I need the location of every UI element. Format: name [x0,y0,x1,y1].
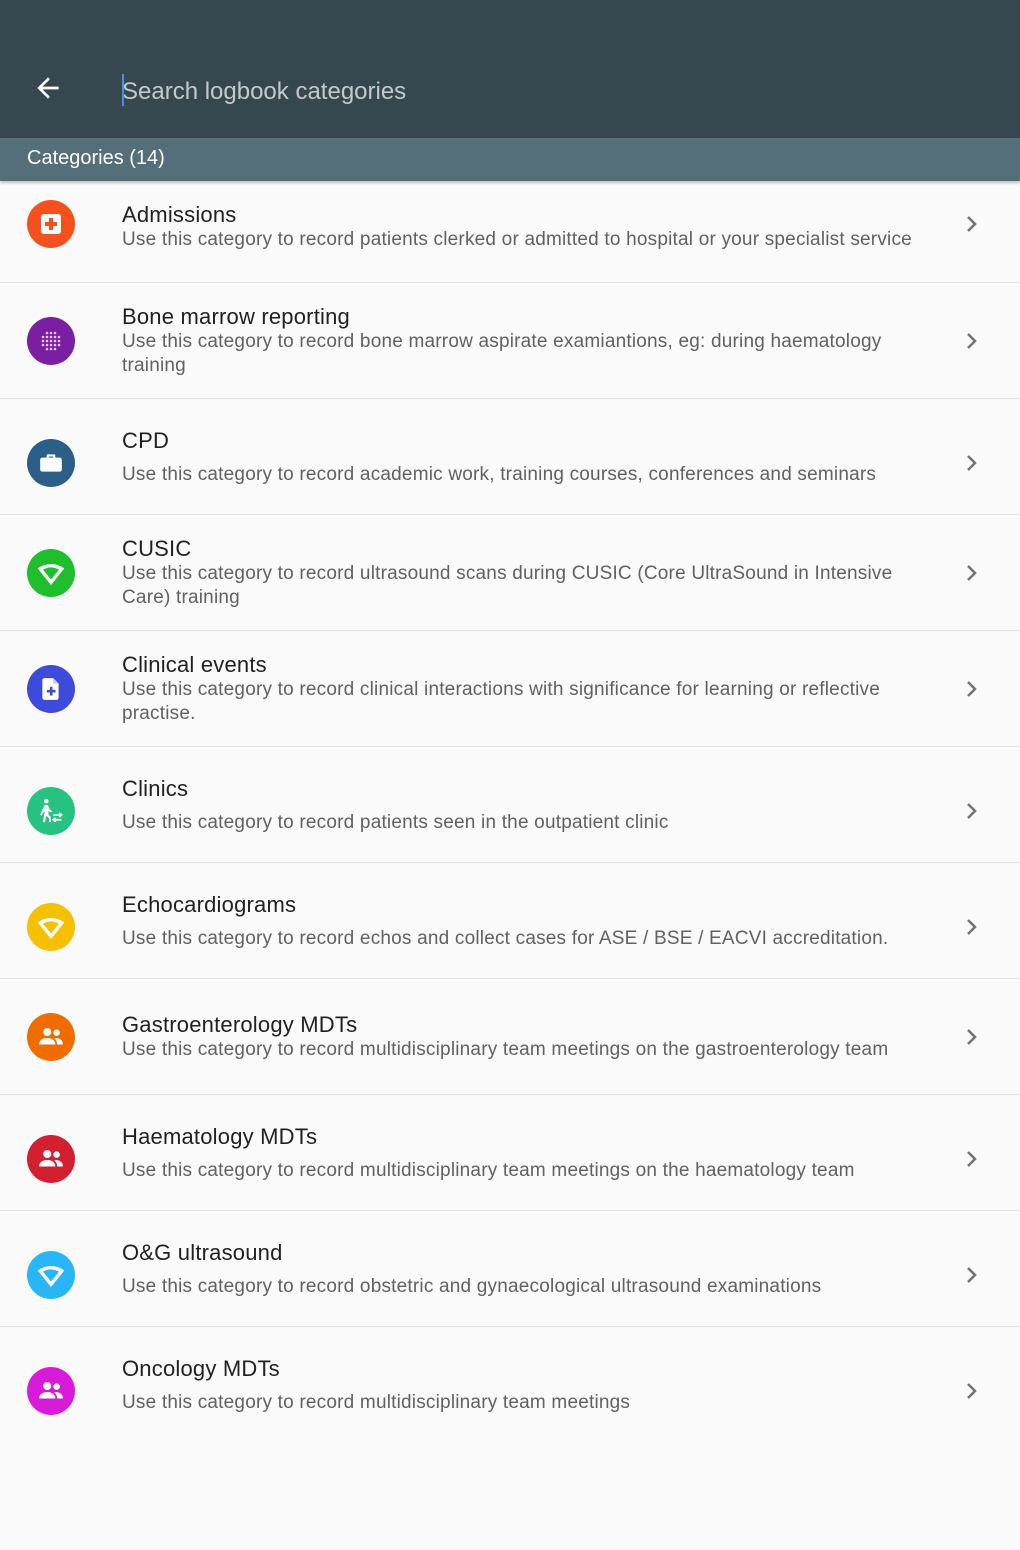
chevron-right-icon [962,915,982,939]
category-description: Use this category to record multidiscipl… [122,1039,889,1060]
walking-person-icon [40,798,63,823]
chevron-right-icon [962,1025,982,1049]
category-icon-badge [27,903,75,951]
category-icon-badge [27,665,75,713]
chevron-right-icon [962,561,982,585]
ultrasound-icon [37,1266,65,1287]
category-icon-badge [27,1251,75,1299]
category-title: Bone marrow reporting [122,304,350,329]
category-description: Use this category to record clinical int… [122,679,881,724]
ultrasound-icon [37,564,65,585]
category-title: Clinics [122,775,189,801]
category-title: O&G ultrasound [122,1239,283,1265]
medical-cross-icon [41,214,61,234]
document-plus-icon [42,678,59,700]
category-icon-badge [27,1013,75,1061]
category-description: Use this category to record ultrasound s… [122,563,893,608]
arrow-back-icon [37,77,59,99]
category-description: Use this category to record academic wor… [122,463,877,485]
chevron-right-icon [962,799,982,823]
category-list: Admissions Use this category to record p… [0,181,1020,1443]
category-description: Use this category to record echos and co… [122,927,889,949]
chevron-right-icon [962,329,982,353]
back-button[interactable] [22,66,74,110]
category-title: CPD [122,427,170,453]
category-title: Gastroenterology MDTs [122,1012,358,1037]
app-bar [0,0,1020,138]
category-icon-badge [27,1135,75,1183]
category-row-cpd[interactable]: CPD Use this category to record academic… [0,399,1020,515]
category-row-gastroenterology-mdts[interactable]: Gastroenterology MDTs Use this category … [0,979,1020,1095]
categories-count-header: Categories (14) [0,138,1020,181]
category-title: Echocardiograms [122,891,297,917]
group-icon [39,1382,63,1399]
category-row-clinics[interactable]: Clinics Use this category to record pati… [0,747,1020,863]
category-icon-badge [27,200,75,248]
chevron-right-icon [962,1263,982,1287]
category-description: Use this category to record patients see… [122,811,669,833]
category-title: Oncology MDTs [122,1355,280,1381]
category-description: Use this category to record obstetric an… [122,1275,822,1297]
category-row-oncology-mdts[interactable]: Oncology MDTs Use this category to recor… [0,1327,1020,1443]
chevron-right-icon [962,212,982,236]
category-icon-badge [27,1367,75,1415]
categories-count-label: Categories (14) [27,147,165,169]
category-row-cusic[interactable]: CUSIC Use this category to record ultras… [0,515,1020,631]
dotted-grid-icon [41,331,61,351]
category-row-admissions[interactable]: Admissions Use this category to record p… [0,181,1020,283]
category-title: Clinical events [122,652,267,677]
group-icon [39,1028,63,1045]
search-input[interactable] [122,72,982,112]
category-icon-badge [27,549,75,597]
chevron-right-icon [962,451,982,475]
category-row-haematology-mdts[interactable]: Haematology MDTs Use this category to re… [0,1095,1020,1211]
category-title: Admissions [122,202,237,227]
group-icon [39,1150,63,1167]
category-row-echocardiograms[interactable]: Echocardiograms Use this category to rec… [0,863,1020,979]
category-row-og-ultrasound[interactable]: O&G ultrasound Use this category to reco… [0,1211,1020,1327]
chevron-right-icon [962,677,982,701]
chevron-right-icon [962,1379,982,1403]
ultrasound-icon [37,918,65,939]
category-icon-badge [27,439,75,487]
category-title: Haematology MDTs [122,1123,318,1149]
briefcase-icon [40,454,62,472]
category-description: Use this category to record patients cle… [122,229,912,250]
category-row-clinical-events[interactable]: Clinical events Use this category to rec… [0,631,1020,747]
category-title: CUSIC [122,536,192,561]
category-icon-badge [27,787,75,835]
category-row-bone-marrow-reporting[interactable]: Bone marrow reporting Use this category … [0,283,1020,399]
category-description: Use this category to record multidiscipl… [122,1159,855,1181]
chevron-right-icon [962,1147,982,1171]
text-caret [122,74,124,106]
category-description: Use this category to record multidiscipl… [122,1391,631,1413]
category-icon-badge [27,317,75,365]
category-description: Use this category to record bone marrow … [122,331,882,376]
